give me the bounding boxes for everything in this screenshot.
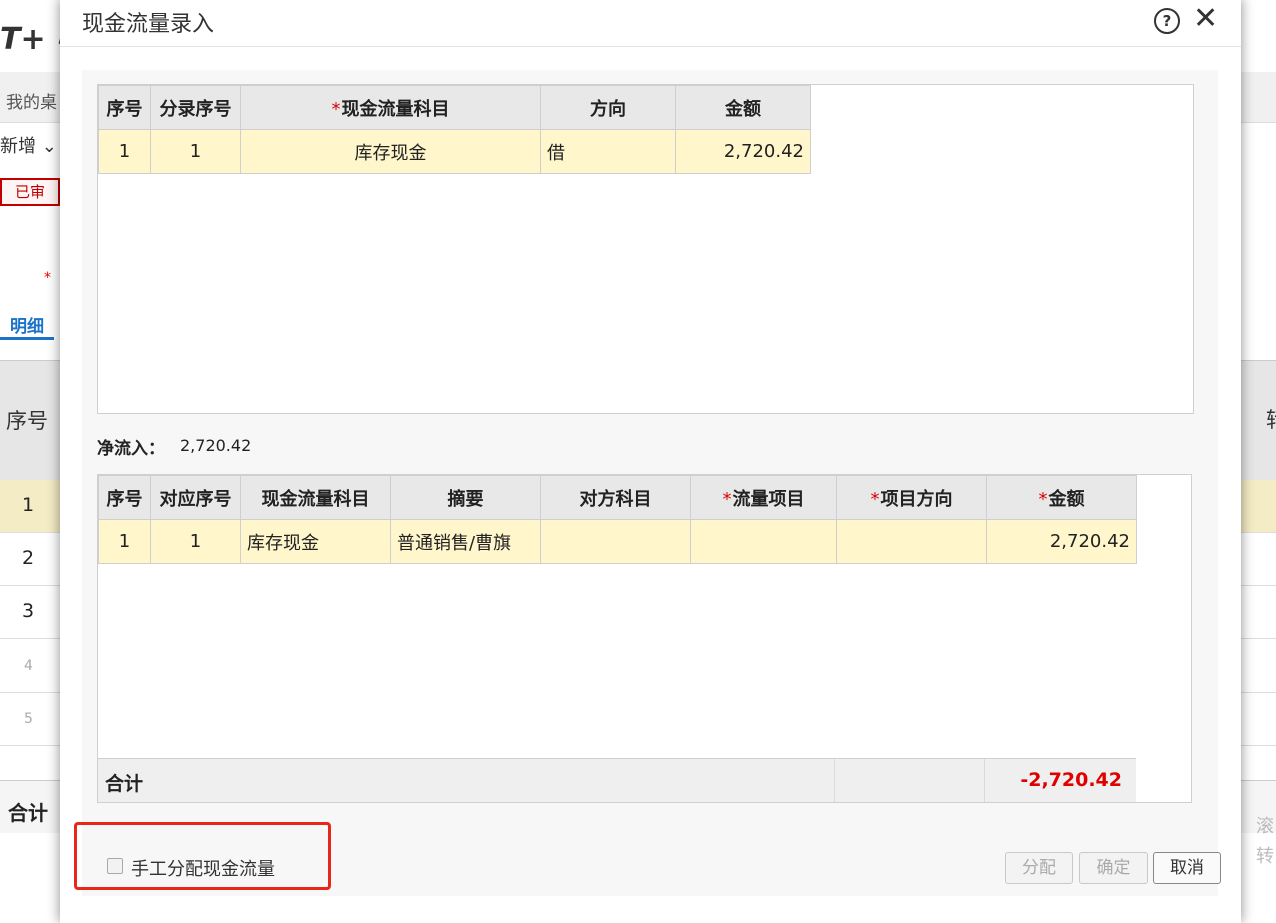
cell-entry-seq: 1 (150, 129, 241, 174)
cell-direction[interactable]: 借 (540, 129, 676, 174)
cell-flow-item[interactable] (690, 519, 837, 564)
confirm-button[interactable]: 确定 (1079, 852, 1148, 884)
col-header-seq: 序号 (98, 475, 151, 520)
manual-allocate-label[interactable]: 手工分配现金流量 (131, 855, 275, 881)
required-star: * (1038, 488, 1048, 510)
entry-table-panel: 序号 分录序号 *现金流量科目 方向 金额 1 1 库存现金 借 2,720.4… (97, 84, 1194, 414)
total-divider (834, 759, 835, 802)
tab-my-desk[interactable]: 我的桌 (6, 88, 57, 113)
row-number: 1 (22, 494, 35, 516)
col-header-ref-seq: 对应序号 (150, 475, 241, 520)
dialog-body: 序号 分录序号 *现金流量科目 方向 金额 1 1 库存现金 借 2,720.4… (74, 70, 1221, 896)
row-number: 3 (22, 600, 35, 622)
tab-detail[interactable]: 明细 (0, 312, 54, 340)
cell-item-direction[interactable] (836, 519, 987, 564)
entry-table: 序号 分录序号 *现金流量科目 方向 金额 1 1 库存现金 借 2,720.4… (98, 85, 811, 174)
allocation-table-panel: 序号 对应序号 现金流量科目 摘要 对方科目 *流量项目 *项目方向 *金额 1… (97, 474, 1192, 803)
allocate-button[interactable]: 分配 (1005, 852, 1073, 884)
col-header-summary: 摘要 (390, 475, 541, 520)
dialog-title: 现金流量录入 (82, 12, 215, 37)
entry-table-header: 序号 分录序号 *现金流量科目 方向 金额 (98, 85, 811, 130)
cash-flow-entry-dialog: 现金流量录入 ? ✕ 序号 分录序号 *现金流量科目 方向 金额 1 1 库存现… (60, 0, 1241, 923)
col-header-cash-flow-account: 现金流量科目 (240, 475, 391, 520)
grid-header-seq: 序号 (6, 409, 48, 433)
row-number: 5 (24, 711, 33, 727)
manual-allocate-checkbox[interactable] (107, 858, 123, 874)
col-header-amount: 金额 (675, 85, 811, 130)
help-icon[interactable]: ? (1154, 8, 1180, 34)
cell-cash-flow-account[interactable]: 库存现金 (240, 129, 541, 174)
cell-amount[interactable]: 2,720.42 (986, 519, 1137, 564)
table-row[interactable]: 1 1 库存现金 普通销售/曹旗 2,720.42 (98, 519, 1137, 564)
required-star: * (870, 488, 880, 510)
cancel-button[interactable]: 取消 (1153, 852, 1221, 884)
add-menu-button[interactable]: 新增 ⌄ (0, 132, 57, 158)
audited-status-badge: 已审 (0, 178, 60, 206)
net-inflow-label: 净流入： (97, 439, 165, 459)
col-header-direction: 方向 (540, 85, 676, 130)
required-star: * (331, 98, 341, 120)
cell-seq: 1 (98, 519, 151, 564)
allocation-table-header: 序号 对应序号 现金流量科目 摘要 对方科目 *流量项目 *项目方向 *金额 (98, 475, 1137, 520)
grid-header-right: 转 (1266, 404, 1276, 434)
col-header-entry-seq: 分录序号 (150, 85, 241, 130)
dialog-header: 现金流量录入 ? ✕ (60, 0, 1241, 47)
total-divider (984, 759, 985, 802)
col-header-cash-flow-account: *现金流量科目 (240, 85, 541, 130)
total-label: 合计 (105, 773, 144, 795)
table-row[interactable]: 1 1 库存现金 借 2,720.42 (98, 129, 811, 174)
col-header-flow-item: *流量项目 (690, 475, 837, 520)
total-value: -2,720.42 (1020, 769, 1122, 791)
cell-summary[interactable]: 普通销售/曹旗 (390, 519, 541, 564)
col-header-item-direction: *项目方向 (836, 475, 987, 520)
close-icon[interactable]: ✕ (1193, 2, 1218, 36)
net-inflow-value: 2,720.42 (180, 436, 252, 455)
col-header-counter-account: 对方科目 (540, 475, 691, 520)
allocation-table: 序号 对应序号 现金流量科目 摘要 对方科目 *流量项目 *项目方向 *金额 1… (98, 475, 1137, 564)
col-header-amount: *金额 (986, 475, 1137, 520)
cell-counter-account[interactable] (540, 519, 691, 564)
required-star: * (722, 488, 732, 510)
cell-seq: 1 (98, 129, 151, 174)
row-number: 2 (22, 547, 35, 569)
background-total-label: 合计 (8, 801, 48, 825)
row-number: 4 (24, 658, 33, 674)
col-header-seq: 序号 (98, 85, 151, 130)
cell-amount[interactable]: 2,720.42 (675, 129, 811, 174)
required-mark: * (44, 270, 51, 286)
allocation-total-row: 合计 -2,720.42 (98, 758, 1136, 802)
cell-ref-seq: 1 (150, 519, 241, 564)
background-hint: 滚 转 (1256, 816, 1274, 867)
cell-cash-flow-account[interactable]: 库存现金 (240, 519, 391, 564)
